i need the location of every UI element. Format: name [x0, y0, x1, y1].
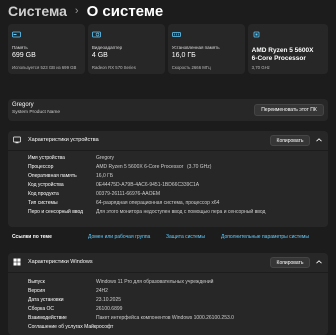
- breadcrumb-parent[interactable]: Система: [8, 3, 67, 19]
- card-sub: Используется 523 GB из 699 GB: [12, 65, 77, 70]
- card-sub: 3,70 GHz: [251, 65, 270, 70]
- section-title: Характеристики устройства: [28, 137, 99, 143]
- storage-card[interactable]: Память 699 GB Используется 523 GB из 699…: [8, 24, 85, 74]
- rename-pc-button[interactable]: Переименовать этот ПК: [254, 104, 324, 116]
- spec-value-extra: (3.70 GHz): [187, 164, 212, 170]
- spec-key: Дата установки: [28, 297, 64, 303]
- spec-row: Процессор AMD Ryzen 5 5600X 6-Core Proces…: [28, 163, 318, 171]
- spec-value: Windows 11 Pro для образовательных учреж…: [96, 279, 214, 285]
- gpu-icon: [91, 31, 101, 38]
- device-specs-section: Характеристики устройства Копировать Имя…: [8, 131, 328, 227]
- spec-value: 64-разрядная операционная система, проце…: [96, 200, 220, 206]
- device-name-panel: Gregory System Product Name Переименоват…: [8, 99, 328, 121]
- spec-key: Тип системы: [28, 200, 58, 206]
- spec-row: Дата установки 23.10.2025: [28, 296, 318, 304]
- spec-key: Версия: [28, 288, 45, 294]
- spec-value: AMD Ryzen 5 5600X 6-Core Processor: [96, 164, 184, 170]
- card-value: 4 GB: [91, 52, 108, 59]
- page-title: О системе: [86, 2, 164, 20]
- copy-button[interactable]: Копировать: [270, 257, 310, 268]
- spec-row: Код продукта 00379-26111-66976-AAOEM: [28, 190, 318, 198]
- ram-icon: [171, 32, 181, 37]
- windows-specs-section: Характеристики Windows Копировать Выпуск…: [8, 253, 328, 335]
- gpu-card[interactable]: Видеоадаптер 4 GB Radeon RX 570 Series: [87, 24, 165, 74]
- card-value: 699 GB: [12, 52, 36, 59]
- spec-value: 0E44475D-A79B-4AC6-9451-1BD66C339C1A: [96, 182, 200, 188]
- spec-row: Соглашение об услугах Майкрософт: [28, 323, 318, 331]
- monitor-icon: [13, 136, 21, 144]
- spec-row: Взаимодействие Пакет интерфейса компонент…: [28, 314, 318, 322]
- device-model: System Product Name: [12, 110, 60, 115]
- card-sub: Radeon RX 570 Series: [91, 65, 136, 70]
- card-value-line2: 6-Core Processor: [251, 55, 306, 62]
- spec-value: 16,0 ГБ: [96, 173, 114, 179]
- copy-button[interactable]: Копировать: [270, 135, 310, 146]
- spec-key: Код устройства: [28, 182, 64, 188]
- advanced-system-settings-link[interactable]: Дополнительные параметры системы: [221, 232, 309, 242]
- storage-icon: [12, 31, 21, 38]
- spec-row: Сборка ОС 26100.6899: [28, 305, 318, 313]
- spec-key: Взаимодействие: [28, 315, 67, 321]
- spec-row: Имя устройства Gregory: [28, 154, 318, 162]
- device-name: Gregory: [12, 102, 34, 108]
- spec-key: Процессор: [28, 164, 54, 170]
- spec-cards: Память 699 GB Используется 523 GB из 699…: [8, 24, 328, 74]
- spec-row: Тип системы 64-разрядная операционная сис…: [28, 199, 318, 207]
- spec-key: Имя устройства: [28, 155, 65, 161]
- divider: [8, 272, 328, 273]
- spec-value: 24H2: [96, 288, 108, 294]
- spec-value: 26100.6899: [96, 306, 123, 312]
- card-label: Память: [12, 45, 28, 50]
- spec-key: Перо и сенсорный ввод: [28, 209, 84, 215]
- domain-workgroup-link[interactable]: Домен или рабочая группа: [88, 232, 150, 242]
- breadcrumb-separator: ›: [74, 5, 79, 17]
- section-title: Характеристики Windows: [28, 259, 93, 265]
- device-specs-header[interactable]: Характеристики устройства Копировать: [8, 131, 328, 149]
- spec-row: Версия 24H2: [28, 287, 318, 295]
- spec-value: Gregory: [96, 155, 115, 161]
- windows-logo-icon: [13, 258, 21, 266]
- spec-row: Выпуск Windows 11 Pro для образовательных…: [28, 278, 318, 286]
- spec-value: 00379-26111-66976-AAOEM: [96, 191, 161, 197]
- related-links: Ссылки по теме Домен или рабочая группа …: [8, 232, 328, 242]
- chevron-up-icon[interactable]: [315, 136, 323, 144]
- card-label: Видеоадаптер: [91, 45, 123, 50]
- spec-key: Оперативная память: [28, 173, 77, 179]
- cpu-icon: [253, 31, 260, 38]
- chevron-up-icon[interactable]: [315, 258, 323, 266]
- spec-value: Для этого монитора недоступен ввод с пом…: [96, 209, 266, 215]
- spec-row: Перо и сенсорный ввод Для этого монитора …: [28, 208, 318, 216]
- system-protection-link[interactable]: Защита системы: [166, 232, 205, 242]
- microsoft-services-agreement-link[interactable]: Соглашение об услугах Майкрософт: [28, 323, 113, 331]
- spec-row: Код устройства 0E44475D-A79B-4AC6-9451-1B…: [28, 181, 318, 189]
- breadcrumb: Система › О системе: [0, 0, 336, 22]
- card-value-line1: AMD Ryzen 5 5600X: [251, 47, 314, 54]
- spec-key: Сборка ОС: [28, 306, 55, 312]
- spec-key: Выпуск: [28, 279, 45, 285]
- spec-value: Пакет интерфейса компонентов Windows 100…: [96, 315, 234, 321]
- windows-specs-header[interactable]: Характеристики Windows Копировать: [8, 253, 328, 271]
- related-links-label: Ссылки по теме: [12, 234, 52, 240]
- card-sub: Скорость 2666 МГц: [171, 65, 211, 70]
- ram-card[interactable]: Установленная память 16,0 ГБ Скорость 26…: [167, 24, 245, 74]
- divider: [8, 150, 328, 151]
- spec-value: 23.10.2025: [96, 297, 122, 303]
- spec-key: Код продукта: [28, 191, 59, 197]
- cpu-card[interactable]: AMD Ryzen 5 5600X 6-Core Processor 3,70 …: [247, 24, 328, 74]
- card-value: 16,0 ГБ: [171, 52, 196, 59]
- card-label: Установленная память: [171, 45, 220, 50]
- spec-row: Оперативная память 16,0 ГБ: [28, 172, 318, 180]
